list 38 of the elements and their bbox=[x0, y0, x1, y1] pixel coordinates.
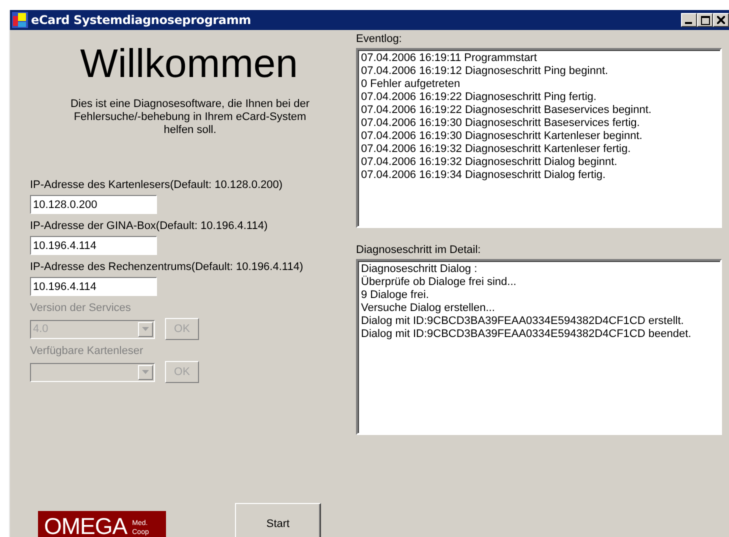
input-field[interactable]: 10.196.4.114 bbox=[30, 236, 157, 255]
field-label: IP-Adresse des Rechenzentrums(Default: 10.196.4.114) bbox=[30, 261, 304, 274]
eventlog-box[interactable] bbox=[356, 48, 722, 228]
input-field[interactable]: 10.128.0.200 bbox=[30, 195, 157, 214]
field-label: Version der Services bbox=[30, 302, 132, 315]
log-line: Versuche Dialog erstellen... bbox=[361, 302, 496, 315]
log-line: 07.04.2006 16:19:22 Diagnoseschritt Baseservices beginnt. bbox=[361, 104, 652, 117]
log-line: 07.04.2006 16:19:12 Diagnoseschritt Ping beginnt. bbox=[361, 65, 610, 78]
field-label: IP-Adresse der GINA-Box(Default: 10.196.4.114) bbox=[30, 220, 269, 233]
log-line: 07.04.2006 16:19:32 Diagnoseschritt Kartenleser fertig. bbox=[361, 143, 632, 156]
maximize-button[interactable] bbox=[697, 13, 713, 27]
close-button[interactable] bbox=[713, 13, 729, 27]
description-text: Dies ist eine Diagnosesoftware, die Ihnen bei der Fehlersuche/-behebung in Ihrem eCard-System helfen soll. bbox=[69, 98, 311, 137]
app-icon bbox=[12, 12, 28, 28]
log-line: Überprüfe ob Dialoge frei sind... bbox=[361, 276, 518, 289]
log-line: 9 Dialoge frei. bbox=[361, 289, 430, 302]
detail-box[interactable] bbox=[356, 259, 722, 435]
log-line: 0 Fehler aufgetreten bbox=[361, 78, 462, 91]
maximize-icon[interactable] bbox=[700, 16, 710, 24]
log-line: 07.04.2006 16:19:34 Diagnoseschritt Dialog fertig. bbox=[361, 169, 607, 182]
welcome-heading: Willkommen bbox=[79, 41, 299, 88]
field-label: Verfügbare Kartenleser bbox=[30, 345, 144, 358]
log-line: 07.04.2006 16:19:32 Diagnoseschritt Dialog beginnt. bbox=[361, 156, 618, 169]
detail-label: Diagnoseschritt im Detail: bbox=[356, 244, 482, 257]
minimize-button[interactable] bbox=[681, 13, 697, 27]
start-button[interactable]: Start bbox=[235, 503, 321, 537]
window-title: eCard Systemdiagnoseprogramm bbox=[31, 13, 251, 27]
log-line: 07.04.2006 16:19:30 Diagnoseschritt Kartenleser beginnt. bbox=[361, 130, 644, 143]
input-field[interactable]: 10.196.4.114 bbox=[30, 277, 157, 296]
log-line: 07.04.2006 16:19:22 Diagnoseschritt Ping fertig. bbox=[361, 91, 598, 104]
log-line: Dialog mit ID:9CBCD3BA39FEAA0334E594382D4CF1CD beendet. bbox=[361, 328, 692, 341]
log-line: 07.04.2006 16:19:11 Programmstart bbox=[361, 52, 538, 65]
log-line: 07.04.2006 16:19:30 Diagnoseschritt Baseservices fertig. bbox=[361, 117, 641, 130]
close-icon[interactable] bbox=[717, 16, 725, 24]
eventlog-label: Eventlog: bbox=[356, 33, 403, 46]
log-line: Diagnoseschritt Dialog : bbox=[361, 263, 478, 276]
log-line: Dialog mit ID:9CBCD3BA39FEAA0334E594382D4CF1CD erstellt. bbox=[361, 315, 685, 328]
field-label: IP-Adresse des Kartenlesers(Default: 10.128.0.200) bbox=[30, 179, 284, 192]
